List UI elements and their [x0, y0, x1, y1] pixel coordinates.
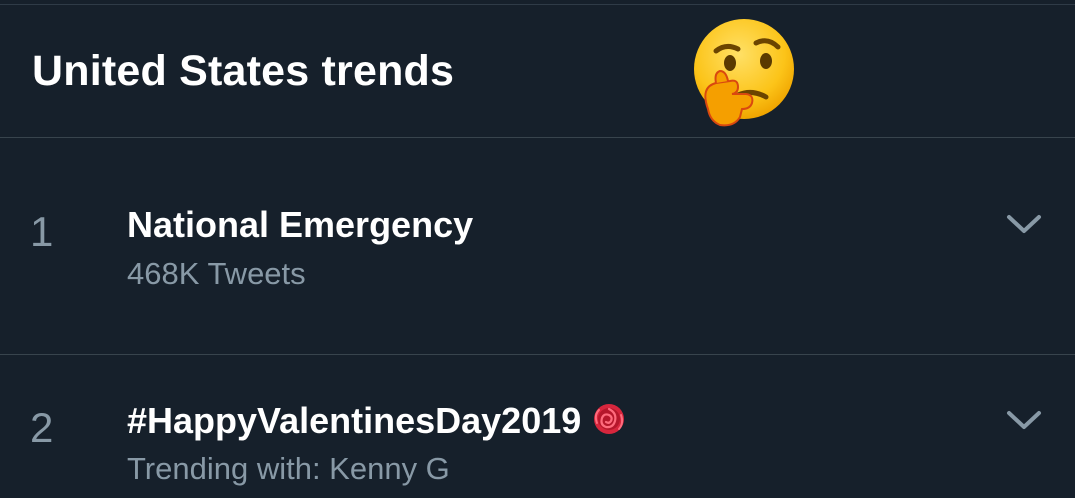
trend-name-row: #HappyValentinesDay2019	[127, 400, 627, 442]
page-title: United States trends	[32, 47, 455, 95]
trend-context: Trending with: Kenny G	[127, 451, 450, 486]
rose-icon	[594, 404, 625, 434]
trend-rank: 2	[30, 404, 54, 451]
trend-name: #HappyValentinesDay2019	[127, 400, 582, 441]
trend-item[interactable]: 2 #HappyValentinesDay2019 Trending with:…	[0, 355, 1075, 498]
trend-tweet-count: 468K Tweets	[127, 256, 306, 291]
trend-rank: 1	[30, 208, 54, 255]
trend-item[interactable]: 1 National Emergency 468K Tweets	[0, 138, 1075, 354]
trends-header: United States trends	[0, 5, 1075, 137]
chevron-down-icon[interactable]	[1006, 408, 1042, 432]
trend-name: National Emergency	[127, 204, 474, 245]
thinking-face-emoji	[694, 19, 794, 127]
chevron-down-icon[interactable]	[1006, 212, 1042, 236]
trends-screen: United States trends 1 National Emergenc…	[0, 0, 1075, 498]
